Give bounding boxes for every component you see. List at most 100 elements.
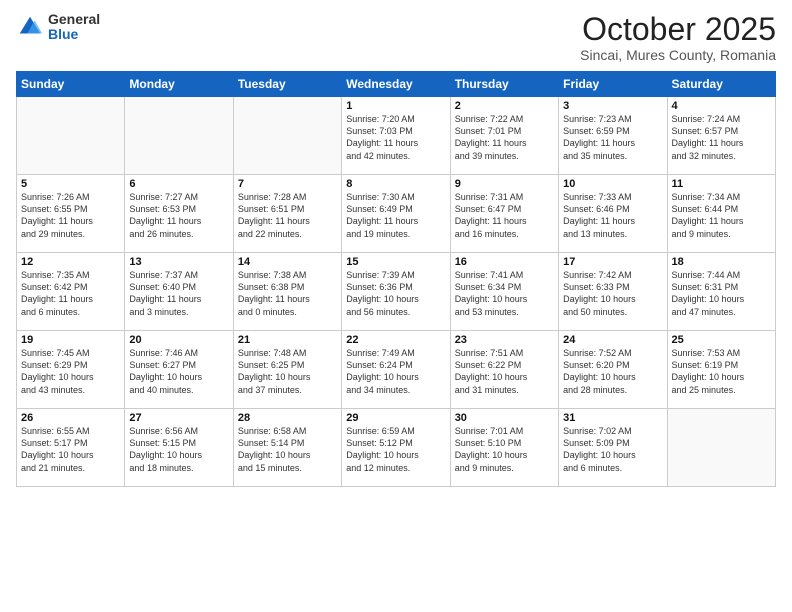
day-info: Sunrise: 7:34 AM Sunset: 6:44 PM Dayligh… (672, 191, 771, 240)
day-number: 23 (455, 334, 554, 346)
day-number: 28 (238, 412, 337, 424)
cell-w5-d4: 29Sunrise: 6:59 AM Sunset: 5:12 PM Dayli… (342, 409, 450, 487)
day-number: 18 (672, 256, 771, 268)
cell-w1-d1 (17, 97, 125, 175)
day-number: 4 (672, 100, 771, 112)
day-number: 17 (563, 256, 662, 268)
day-info: Sunrise: 7:20 AM Sunset: 7:03 PM Dayligh… (346, 113, 445, 162)
calendar-table: Sunday Monday Tuesday Wednesday Thursday… (16, 71, 776, 487)
cell-w4-d3: 21Sunrise: 7:48 AM Sunset: 6:25 PM Dayli… (233, 331, 341, 409)
cell-w2-d2: 6Sunrise: 7:27 AM Sunset: 6:53 PM Daylig… (125, 175, 233, 253)
day-number: 10 (563, 178, 662, 190)
day-info: Sunrise: 7:35 AM Sunset: 6:42 PM Dayligh… (21, 269, 120, 318)
logo-icon (16, 13, 44, 41)
cell-w5-d7 (667, 409, 775, 487)
day-info: Sunrise: 7:22 AM Sunset: 7:01 PM Dayligh… (455, 113, 554, 162)
cell-w3-d2: 13Sunrise: 7:37 AM Sunset: 6:40 PM Dayli… (125, 253, 233, 331)
day-info: Sunrise: 7:33 AM Sunset: 6:46 PM Dayligh… (563, 191, 662, 240)
day-number: 8 (346, 178, 445, 190)
day-info: Sunrise: 7:48 AM Sunset: 6:25 PM Dayligh… (238, 347, 337, 396)
day-info: Sunrise: 7:31 AM Sunset: 6:47 PM Dayligh… (455, 191, 554, 240)
page-subtitle: Sincai, Mures County, Romania (580, 47, 776, 63)
col-thursday: Thursday (450, 72, 558, 97)
col-friday: Friday (559, 72, 667, 97)
day-number: 11 (672, 178, 771, 190)
day-number: 3 (563, 100, 662, 112)
day-number: 16 (455, 256, 554, 268)
day-number: 13 (129, 256, 228, 268)
day-number: 6 (129, 178, 228, 190)
day-number: 1 (346, 100, 445, 112)
cell-w5-d2: 27Sunrise: 6:56 AM Sunset: 5:15 PM Dayli… (125, 409, 233, 487)
day-info: Sunrise: 7:26 AM Sunset: 6:55 PM Dayligh… (21, 191, 120, 240)
day-number: 31 (563, 412, 662, 424)
cell-w1-d3 (233, 97, 341, 175)
day-number: 5 (21, 178, 120, 190)
cell-w4-d6: 24Sunrise: 7:52 AM Sunset: 6:20 PM Dayli… (559, 331, 667, 409)
day-info: Sunrise: 7:37 AM Sunset: 6:40 PM Dayligh… (129, 269, 228, 318)
title-block: October 2025 Sincai, Mures County, Roman… (580, 12, 776, 63)
logo-blue-label: Blue (48, 27, 100, 42)
day-info: Sunrise: 7:51 AM Sunset: 6:22 PM Dayligh… (455, 347, 554, 396)
cell-w2-d1: 5Sunrise: 7:26 AM Sunset: 6:55 PM Daylig… (17, 175, 125, 253)
day-info: Sunrise: 7:41 AM Sunset: 6:34 PM Dayligh… (455, 269, 554, 318)
day-number: 14 (238, 256, 337, 268)
logo: General Blue (16, 12, 100, 43)
col-tuesday: Tuesday (233, 72, 341, 97)
header: General Blue October 2025 Sincai, Mures … (16, 12, 776, 63)
cell-w5-d5: 30Sunrise: 7:01 AM Sunset: 5:10 PM Dayli… (450, 409, 558, 487)
day-info: Sunrise: 7:42 AM Sunset: 6:33 PM Dayligh… (563, 269, 662, 318)
cell-w2-d7: 11Sunrise: 7:34 AM Sunset: 6:44 PM Dayli… (667, 175, 775, 253)
cell-w2-d6: 10Sunrise: 7:33 AM Sunset: 6:46 PM Dayli… (559, 175, 667, 253)
week-row-4: 19Sunrise: 7:45 AM Sunset: 6:29 PM Dayli… (17, 331, 776, 409)
cell-w2-d3: 7Sunrise: 7:28 AM Sunset: 6:51 PM Daylig… (233, 175, 341, 253)
cell-w2-d4: 8Sunrise: 7:30 AM Sunset: 6:49 PM Daylig… (342, 175, 450, 253)
day-number: 7 (238, 178, 337, 190)
day-number: 21 (238, 334, 337, 346)
week-row-3: 12Sunrise: 7:35 AM Sunset: 6:42 PM Dayli… (17, 253, 776, 331)
day-info: Sunrise: 7:44 AM Sunset: 6:31 PM Dayligh… (672, 269, 771, 318)
cell-w1-d2 (125, 97, 233, 175)
cell-w4-d7: 25Sunrise: 7:53 AM Sunset: 6:19 PM Dayli… (667, 331, 775, 409)
week-row-5: 26Sunrise: 6:55 AM Sunset: 5:17 PM Dayli… (17, 409, 776, 487)
day-info: Sunrise: 7:52 AM Sunset: 6:20 PM Dayligh… (563, 347, 662, 396)
cell-w4-d5: 23Sunrise: 7:51 AM Sunset: 6:22 PM Dayli… (450, 331, 558, 409)
cell-w3-d1: 12Sunrise: 7:35 AM Sunset: 6:42 PM Dayli… (17, 253, 125, 331)
day-info: Sunrise: 7:27 AM Sunset: 6:53 PM Dayligh… (129, 191, 228, 240)
cell-w3-d4: 15Sunrise: 7:39 AM Sunset: 6:36 PM Dayli… (342, 253, 450, 331)
cell-w1-d4: 1Sunrise: 7:20 AM Sunset: 7:03 PM Daylig… (342, 97, 450, 175)
day-info: Sunrise: 7:01 AM Sunset: 5:10 PM Dayligh… (455, 425, 554, 474)
week-row-2: 5Sunrise: 7:26 AM Sunset: 6:55 PM Daylig… (17, 175, 776, 253)
cell-w4-d4: 22Sunrise: 7:49 AM Sunset: 6:24 PM Dayli… (342, 331, 450, 409)
day-info: Sunrise: 7:30 AM Sunset: 6:49 PM Dayligh… (346, 191, 445, 240)
day-number: 27 (129, 412, 228, 424)
col-sunday: Sunday (17, 72, 125, 97)
logo-text: General Blue (48, 12, 100, 43)
day-info: Sunrise: 7:53 AM Sunset: 6:19 PM Dayligh… (672, 347, 771, 396)
day-info: Sunrise: 7:24 AM Sunset: 6:57 PM Dayligh… (672, 113, 771, 162)
day-info: Sunrise: 6:59 AM Sunset: 5:12 PM Dayligh… (346, 425, 445, 474)
day-number: 25 (672, 334, 771, 346)
cell-w3-d5: 16Sunrise: 7:41 AM Sunset: 6:34 PM Dayli… (450, 253, 558, 331)
cell-w3-d7: 18Sunrise: 7:44 AM Sunset: 6:31 PM Dayli… (667, 253, 775, 331)
day-number: 29 (346, 412, 445, 424)
page: General Blue October 2025 Sincai, Mures … (0, 0, 792, 612)
col-wednesday: Wednesday (342, 72, 450, 97)
cell-w5-d1: 26Sunrise: 6:55 AM Sunset: 5:17 PM Dayli… (17, 409, 125, 487)
cell-w1-d7: 4Sunrise: 7:24 AM Sunset: 6:57 PM Daylig… (667, 97, 775, 175)
day-number: 9 (455, 178, 554, 190)
calendar-header-row: Sunday Monday Tuesday Wednesday Thursday… (17, 72, 776, 97)
day-info: Sunrise: 7:39 AM Sunset: 6:36 PM Dayligh… (346, 269, 445, 318)
day-info: Sunrise: 7:38 AM Sunset: 6:38 PM Dayligh… (238, 269, 337, 318)
day-number: 12 (21, 256, 120, 268)
day-info: Sunrise: 7:45 AM Sunset: 6:29 PM Dayligh… (21, 347, 120, 396)
day-info: Sunrise: 6:55 AM Sunset: 5:17 PM Dayligh… (21, 425, 120, 474)
page-title: October 2025 (580, 12, 776, 47)
day-info: Sunrise: 7:46 AM Sunset: 6:27 PM Dayligh… (129, 347, 228, 396)
col-monday: Monday (125, 72, 233, 97)
day-number: 24 (563, 334, 662, 346)
cell-w4-d2: 20Sunrise: 7:46 AM Sunset: 6:27 PM Dayli… (125, 331, 233, 409)
day-number: 26 (21, 412, 120, 424)
logo-general-label: General (48, 12, 100, 27)
cell-w5-d6: 31Sunrise: 7:02 AM Sunset: 5:09 PM Dayli… (559, 409, 667, 487)
